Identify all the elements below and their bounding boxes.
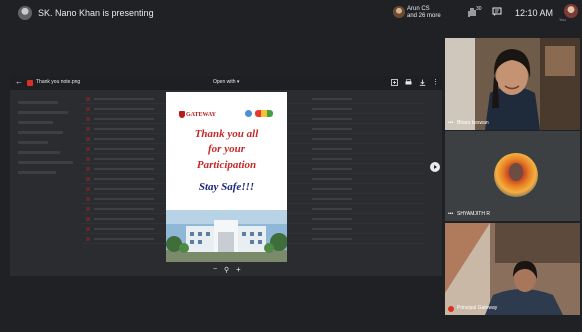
partner-logo-icon xyxy=(245,110,252,117)
presenting-text: SK. Nano Khan is presenting xyxy=(38,8,154,18)
file-name: Thank you note.png xyxy=(36,79,81,85)
hand-count: 30 xyxy=(476,6,482,12)
image-file-icon xyxy=(27,80,33,86)
drive-sidebar-background xyxy=(18,94,78,274)
participant-name: Principal Gateway xyxy=(457,305,498,311)
participant-name: SHYAMJITH R xyxy=(457,211,490,217)
self-label: You xyxy=(559,17,566,22)
slide-line-3: Participation xyxy=(196,159,257,171)
more-options-icon[interactable]: ⋮ xyxy=(432,78,439,86)
participants-more[interactable]: and 26 more xyxy=(407,13,441,19)
gateway-crest-icon xyxy=(179,111,185,118)
participant-avatar[interactable] xyxy=(393,6,405,18)
clock: 12:10 AM xyxy=(515,8,554,18)
thank-you-slide: GATEWAY Thank you all for your Participa… xyxy=(166,92,287,262)
participants-name[interactable]: Arun CS xyxy=(407,6,430,12)
tile-more-options-icon[interactable]: ••• xyxy=(448,120,453,126)
presenter-avatar xyxy=(18,6,32,20)
zoom-icon[interactable]: ⚲ xyxy=(224,266,229,274)
image-viewer-toolbar: ← Thank you note.png Open with ▾ ⋮ xyxy=(10,76,442,90)
chat-icon[interactable] xyxy=(492,7,502,17)
participant-tile[interactable]: ••• Bhara keswan xyxy=(445,38,580,130)
slide-line-1: Thank you all xyxy=(194,128,259,140)
participant-tile[interactable]: ••• SHYAMJITH R xyxy=(445,131,580,221)
top-bar: SK. Nano Khan is presenting Arun CS and … xyxy=(0,0,582,30)
participant-name: Bhara keswan xyxy=(457,120,489,126)
print-icon[interactable] xyxy=(405,79,412,86)
back-arrow-icon[interactable]: ← xyxy=(15,77,23,86)
gateway-logo: GATEWAY xyxy=(186,112,217,118)
zoom-in-button[interactable]: + xyxy=(236,265,241,274)
add-to-drive-icon[interactable] xyxy=(391,79,398,86)
participant-video xyxy=(445,223,580,315)
slide-line-2: for your xyxy=(208,143,245,155)
tile-more-options-icon[interactable]: ••• xyxy=(448,211,453,217)
campus-building-image xyxy=(166,210,287,262)
shared-screen: ← Thank you note.png Open with ▾ ⋮ GATEW… xyxy=(10,76,442,276)
participant-tile[interactable]: Principal Gateway xyxy=(445,223,580,315)
download-icon[interactable] xyxy=(419,79,426,86)
participant-video xyxy=(445,38,580,130)
mic-muted-icon xyxy=(448,306,454,312)
stay-safe-text: Stay Safe!!! xyxy=(198,181,255,193)
self-avatar[interactable] xyxy=(564,4,578,18)
zoom-out-button[interactable]: − xyxy=(213,266,217,273)
partner-logo-icon xyxy=(255,110,273,117)
participant-avatar xyxy=(494,153,538,197)
open-with-button[interactable]: Open with ▾ xyxy=(213,79,239,85)
next-arrow-icon[interactable] xyxy=(430,162,440,172)
